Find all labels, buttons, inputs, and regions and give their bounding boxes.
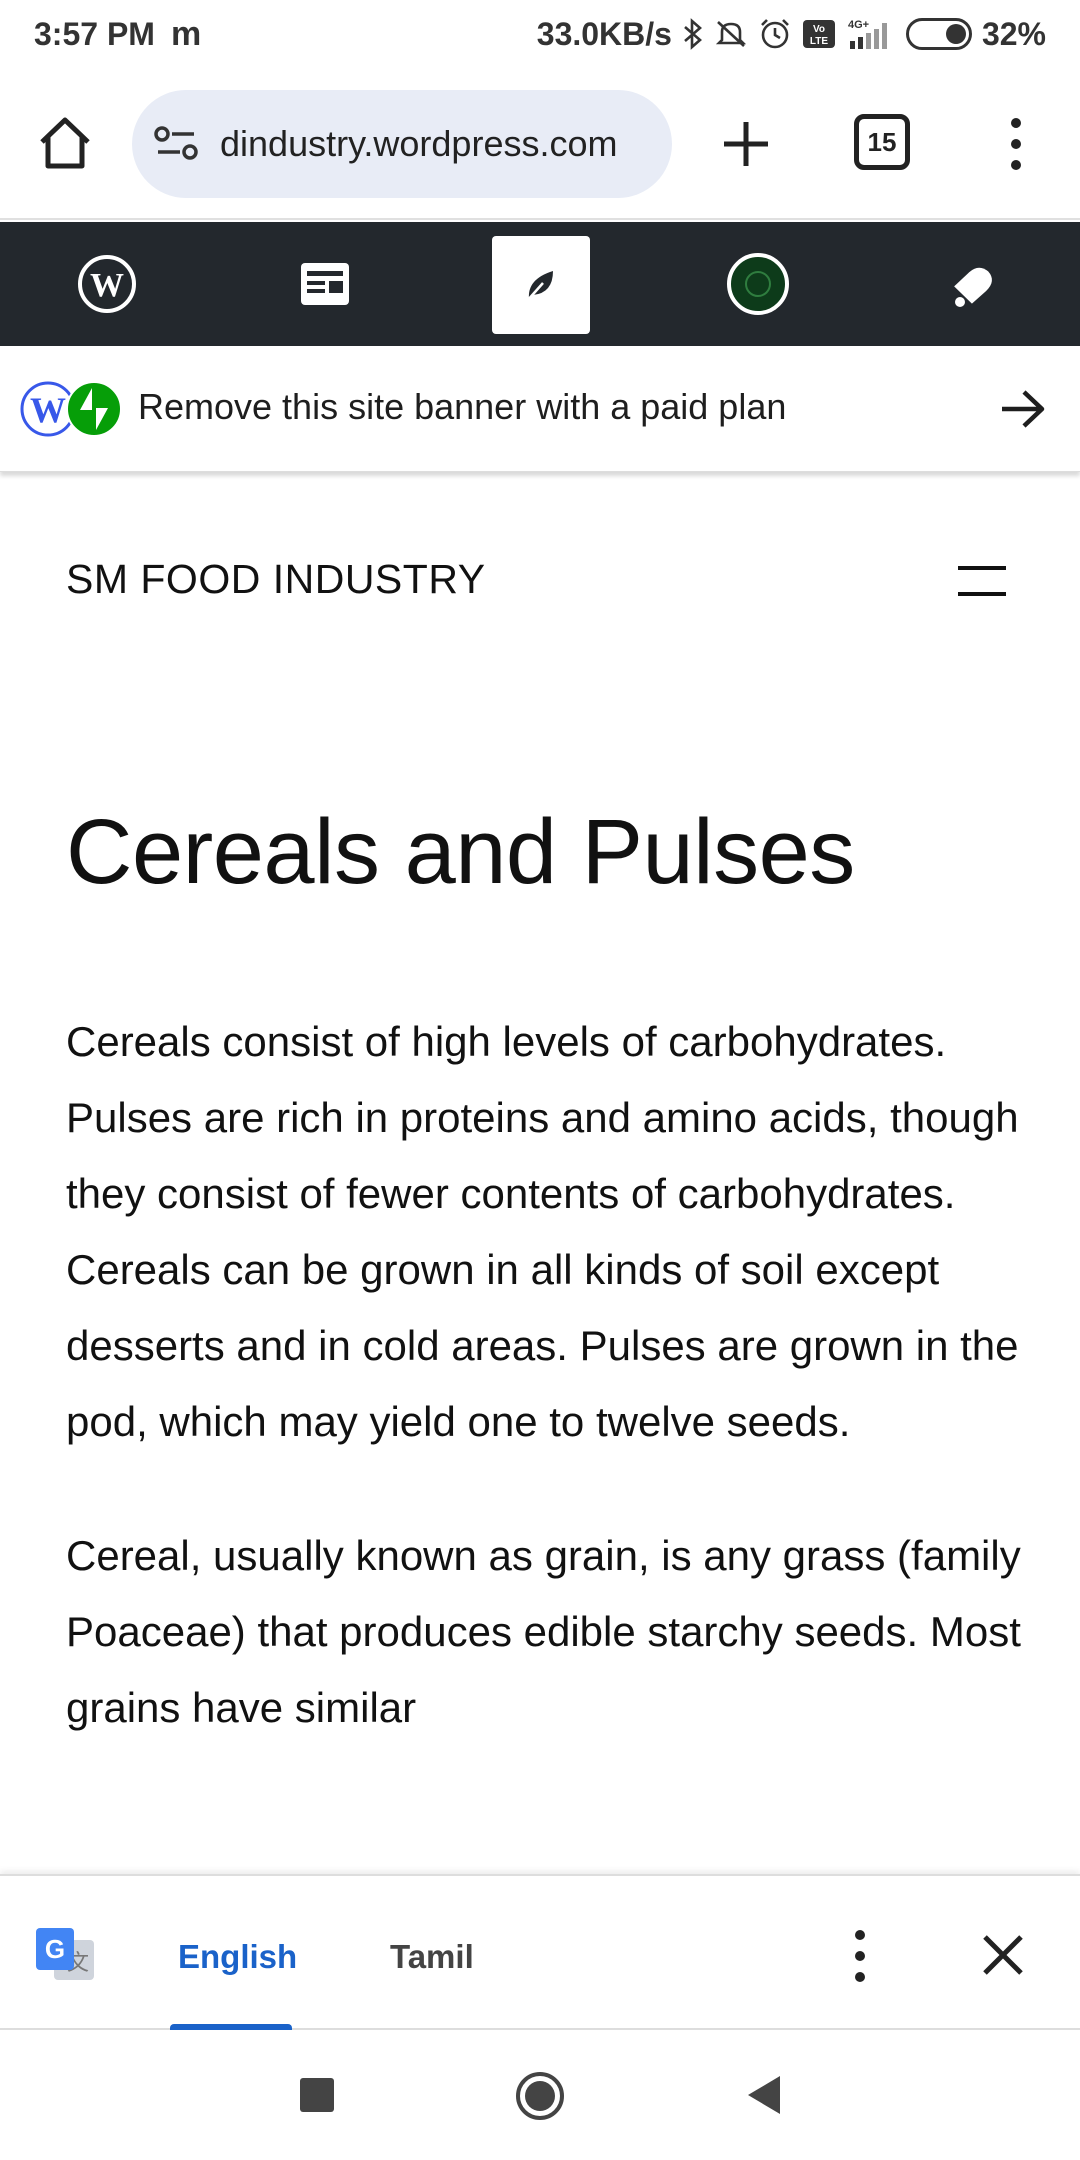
recents-icon[interactable] xyxy=(292,2070,342,2120)
new-tab-icon[interactable] xyxy=(718,116,774,172)
status-time: 3:57 PM xyxy=(34,15,155,52)
page-title: Cereals and Pulses xyxy=(66,801,855,903)
paragraph: Cereal, usually known as grain, is any g… xyxy=(66,1532,1021,1731)
signal-icon: 4G+ xyxy=(846,17,896,51)
jetpack-icon xyxy=(66,381,122,437)
site-title[interactable]: SM FOOD INDUSTRY xyxy=(66,556,486,603)
svg-text:W: W xyxy=(90,267,124,304)
tab-count: 15 xyxy=(867,126,897,157)
banner-text[interactable]: Remove this site banner with a paid plan xyxy=(138,386,786,428)
site-info-icon[interactable] xyxy=(154,124,204,164)
battery-icon xyxy=(905,18,972,50)
volte-icon: Vo LTE xyxy=(802,18,836,50)
bluetooth-icon xyxy=(682,18,704,50)
google-translate-icon: 文G xyxy=(34,1924,98,1988)
tab-english[interactable]: English xyxy=(178,1938,297,1976)
battery-percent: 32% xyxy=(981,15,1046,52)
home-nav-icon[interactable] xyxy=(514,2070,564,2120)
alarm-icon xyxy=(758,17,792,51)
banner-logos: W xyxy=(20,380,124,438)
translate-bar: 文G English Tamil xyxy=(0,1874,1080,2032)
svg-text:W: W xyxy=(30,390,66,430)
svg-text:LTE: LTE xyxy=(810,36,828,47)
arrow-right-icon[interactable] xyxy=(998,384,1048,434)
notification-icon: m xyxy=(170,14,202,53)
paragraph: Cereals consist of high levels of carboh… xyxy=(66,1018,1019,1445)
more-menu-icon[interactable] xyxy=(996,114,1036,174)
site-avatar-icon[interactable] xyxy=(726,222,790,346)
article-content: Cereals consist of high levels of carboh… xyxy=(66,1004,1026,1874)
svg-text:4G+: 4G+ xyxy=(848,19,869,31)
menu-icon[interactable] xyxy=(958,566,1006,596)
home-icon[interactable] xyxy=(34,112,96,174)
system-nav-bar xyxy=(0,2030,1080,2160)
close-icon[interactable] xyxy=(980,1932,1026,1978)
wordpress-logo-icon[interactable]: W xyxy=(74,222,140,346)
site-editor-icon[interactable] xyxy=(492,236,590,334)
wp-admin-bar: W xyxy=(0,222,1080,346)
back-icon[interactable] xyxy=(740,2070,790,2120)
address-bar[interactable]: dindustry.wordpress.com xyxy=(132,90,672,198)
svg-text:Vo: Vo xyxy=(813,24,825,35)
mute-icon xyxy=(714,18,748,50)
svg-text:G: G xyxy=(45,1934,65,1964)
browser-toolbar: dindustry.wordpress.com 15 xyxy=(0,68,1080,220)
url-text[interactable]: dindustry.wordpress.com xyxy=(220,123,617,165)
notifications-icon[interactable] xyxy=(944,222,1004,346)
more-menu-icon[interactable] xyxy=(852,1930,868,1982)
status-bar: 3:57 PM m 33.0KB/s Vo LTE 4G+ 32% xyxy=(0,0,1080,68)
tabs-icon[interactable]: 15 xyxy=(854,114,910,170)
network-speed: 33.0KB/s xyxy=(536,15,672,52)
reader-icon[interactable] xyxy=(296,222,354,346)
site-banner[interactable]: W Remove this site banner with a paid pl… xyxy=(0,346,1080,472)
tab-tamil[interactable]: Tamil xyxy=(390,1938,474,1976)
